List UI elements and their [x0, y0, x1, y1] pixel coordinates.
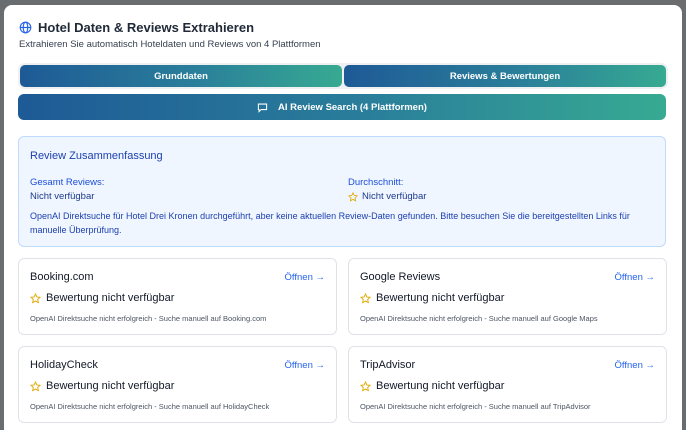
- rating-text: Bewertung nicht verfügbar: [376, 380, 505, 392]
- open-link[interactable]: Öffnen →: [615, 272, 656, 283]
- review-summary: Review Zusammenfassung Gesamt Reviews: N…: [18, 136, 666, 247]
- star-icon: [360, 380, 371, 392]
- platform-note: OpenAI Direktsuche nicht erfolgreich - S…: [360, 314, 598, 323]
- rating-text: Bewertung nicht verfügbar: [376, 292, 505, 304]
- globe-icon: [19, 21, 32, 34]
- message-icon: [257, 103, 268, 113]
- star-icon: [348, 191, 358, 202]
- platform-rating: Bewertung nicht verfügbar: [30, 380, 174, 392]
- platform-card-holidaycheck: HolidayCheck Öffnen → Bewertung nicht ve…: [18, 346, 337, 423]
- platform-name: TripAdvisor: [360, 359, 416, 371]
- tab-list: Grunddaten Reviews & Bewertungen: [18, 63, 668, 89]
- platform-note: OpenAI Direktsuche nicht erfolgreich - S…: [30, 314, 267, 323]
- total-reviews-value: Nicht verfügbar: [30, 191, 94, 202]
- platform-note: OpenAI Direktsuche nicht erfolgreich - S…: [360, 402, 591, 411]
- open-link[interactable]: Öffnen →: [285, 272, 326, 283]
- platform-rating: Bewertung nicht verfügbar: [30, 292, 174, 304]
- platform-name: Booking.com: [30, 271, 94, 283]
- average-text: Nicht verfügbar: [362, 191, 427, 202]
- star-icon: [360, 292, 371, 304]
- summary-title: Review Zusammenfassung: [30, 150, 163, 162]
- open-link[interactable]: Öffnen →: [615, 360, 656, 371]
- open-link[interactable]: Öffnen →: [285, 360, 326, 371]
- star-icon: [30, 292, 41, 304]
- platform-card-booking: Booking.com Öffnen → Bewertung nicht ver…: [18, 258, 337, 335]
- rating-text: Bewertung nicht verfügbar: [46, 380, 175, 392]
- average-label: Durchschnitt:: [348, 177, 404, 188]
- dialog-title: Hotel Daten & Reviews Extrahieren: [38, 20, 255, 35]
- platform-rating: Bewertung nicht verfügbar: [360, 380, 504, 392]
- platform-card-tripadvisor: TripAdvisor Öffnen → Bewertung nicht ver…: [348, 346, 667, 423]
- tab-grunddaten[interactable]: Grunddaten: [20, 65, 342, 87]
- ai-review-search-label: AI Review Search (4 Plattformen): [278, 101, 427, 113]
- tab-reviews[interactable]: Reviews & Bewertungen: [344, 65, 666, 87]
- star-icon: [30, 380, 41, 392]
- ai-review-search-button[interactable]: AI Review Search (4 Plattformen): [18, 94, 666, 120]
- total-reviews-label: Gesamt Reviews:: [30, 177, 105, 188]
- platform-rating: Bewertung nicht verfügbar: [360, 292, 504, 304]
- dialog-header: Hotel Daten & Reviews Extrahieren: [19, 20, 254, 35]
- dialog-subtitle: Extrahieren Sie automatisch Hoteldaten u…: [19, 39, 321, 50]
- rating-text: Bewertung nicht verfügbar: [46, 292, 175, 304]
- platform-card-google: Google Reviews Öffnen → Bewertung nicht …: [348, 258, 667, 335]
- platform-name: HolidayCheck: [30, 359, 98, 371]
- total-reviews-text: Nicht verfügbar: [30, 191, 95, 202]
- extract-dialog: Hotel Daten & Reviews Extrahieren Extrah…: [4, 5, 682, 430]
- platform-name: Google Reviews: [360, 271, 441, 283]
- platform-note: OpenAI Direktsuche nicht erfolgreich - S…: [30, 402, 270, 411]
- summary-description: OpenAI Direktsuche für Hotel Drei Kronen…: [30, 211, 630, 235]
- average-value: Nicht verfügbar: [348, 191, 426, 202]
